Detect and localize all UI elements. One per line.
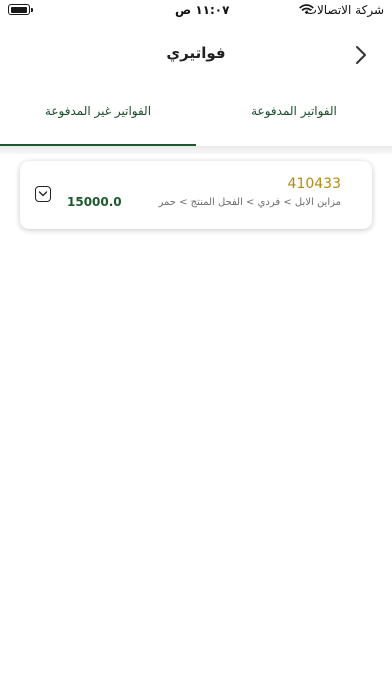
battery-icon	[8, 4, 33, 15]
back-button[interactable]	[348, 42, 374, 68]
invoice-card[interactable]: 410433 مزاين الابل > فردي > الفحل المنتج…	[20, 161, 372, 229]
page-title: فواتيري	[166, 44, 226, 62]
chevron-down-icon	[38, 191, 48, 197]
chevron-right-icon	[356, 46, 366, 64]
tab-unpaid-label: الفواتير غير المدفوعة	[44, 104, 152, 118]
invoice-tabs: الفواتير غير المدفوعة الفواتير المدفوعة	[0, 92, 392, 146]
tab-paid-label: الفواتير المدفوعة	[251, 104, 337, 118]
battery-fill	[10, 6, 27, 13]
status-bar: ١١:٠٧ ص شركة الاتصالات	[0, 0, 392, 22]
status-time: ١١:٠٧ ص	[175, 3, 230, 17]
tab-paid-invoices[interactable]: الفواتير المدفوعة	[196, 92, 392, 146]
tab-unpaid-invoices[interactable]: الفواتير غير المدفوعة	[0, 92, 196, 146]
invoice-category-path: مزاين الابل > فردي > الفحل المنتج > حمر	[158, 197, 341, 208]
invoice-number: 410433	[287, 176, 341, 192]
invoices-screen: ١١:٠٧ ص شركة الاتصالات فواتيري الفواتير …	[0, 0, 392, 696]
carrier-name: شركة الاتصالات	[305, 3, 384, 17]
invoice-amount: 15000.0	[67, 195, 122, 209]
tabs-divider	[0, 146, 392, 154]
nav-bar: فواتيري	[0, 30, 392, 80]
expand-invoice-button[interactable]	[35, 186, 51, 202]
